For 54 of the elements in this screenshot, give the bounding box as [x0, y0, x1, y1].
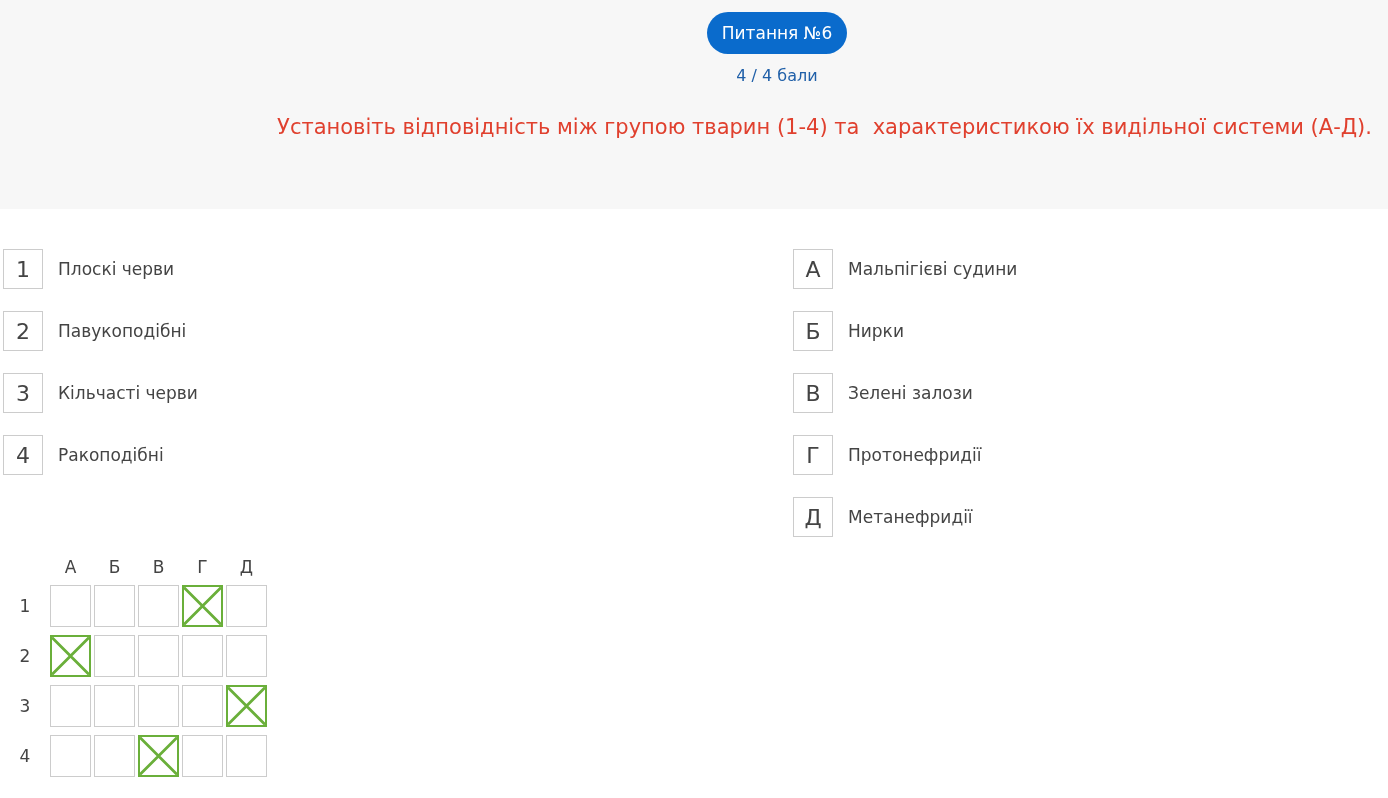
item-letter: В [793, 373, 833, 413]
item-letter: Д [793, 497, 833, 537]
column-header: А [63, 557, 78, 577]
row-label: 4 [18, 745, 32, 768]
item-text: Кільчасті черви [58, 383, 198, 403]
item-text: Зелені залози [848, 383, 973, 403]
question-text: Установіть відповідність між групою тварин (1-4) та характеристикою їх видільної системи (А-Д). [277, 115, 1372, 139]
answer-checkbox[interactable] [226, 585, 267, 627]
answer-checkbox[interactable] [50, 635, 91, 677]
column-header: Г [196, 557, 209, 577]
item-number: 4 [3, 435, 43, 475]
column-header: В [151, 557, 166, 577]
score-text: 4 / 4 бали [736, 66, 818, 85]
answer-checkbox[interactable] [182, 585, 223, 627]
answer-checkbox[interactable] [94, 635, 135, 677]
answer-checkbox[interactable] [182, 685, 223, 727]
cross-icon [184, 587, 221, 625]
answer-checkbox[interactable] [138, 735, 179, 777]
item-text: Мальпігієві судини [848, 259, 1018, 279]
item-number: 2 [3, 311, 43, 351]
item-number: 3 [3, 373, 43, 413]
item-letter: А [793, 249, 833, 289]
answer-checkbox[interactable] [138, 585, 179, 627]
item-text: Нирки [848, 321, 904, 341]
item-text: Плоскі черви [58, 259, 175, 279]
column-header: Б [107, 557, 122, 577]
answer-checkbox[interactable] [138, 635, 179, 677]
answer-checkbox[interactable] [94, 735, 135, 777]
answer-checkbox[interactable] [182, 635, 223, 677]
answer-checkbox[interactable] [226, 685, 267, 727]
row-label: 1 [18, 595, 32, 618]
answer-checkbox[interactable] [226, 635, 267, 677]
row-label: 3 [18, 695, 32, 718]
answer-checkbox[interactable] [182, 735, 223, 777]
answer-checkbox[interactable] [50, 585, 91, 627]
cross-icon [140, 737, 177, 775]
item-letter: Б [793, 311, 833, 351]
item-text: Протонефридії [848, 445, 982, 465]
answer-checkbox[interactable] [94, 585, 135, 627]
item-text: Ракоподібні [58, 445, 164, 465]
answer-checkbox[interactable] [50, 685, 91, 727]
question-number-badge: Питання №6 [706, 12, 848, 54]
answer-checkbox[interactable] [50, 735, 91, 777]
item-text: Метанефридії [848, 507, 973, 527]
cross-icon [52, 637, 89, 675]
row-label: 2 [18, 645, 32, 668]
answer-checkbox[interactable] [138, 685, 179, 727]
answer-checkbox[interactable] [94, 685, 135, 727]
column-header: Д [238, 557, 255, 577]
answer-checkbox[interactable] [226, 735, 267, 777]
item-letter: Г [793, 435, 833, 475]
item-text: Павукоподібні [58, 321, 187, 341]
item-number: 1 [3, 249, 43, 289]
cross-icon [228, 687, 265, 725]
